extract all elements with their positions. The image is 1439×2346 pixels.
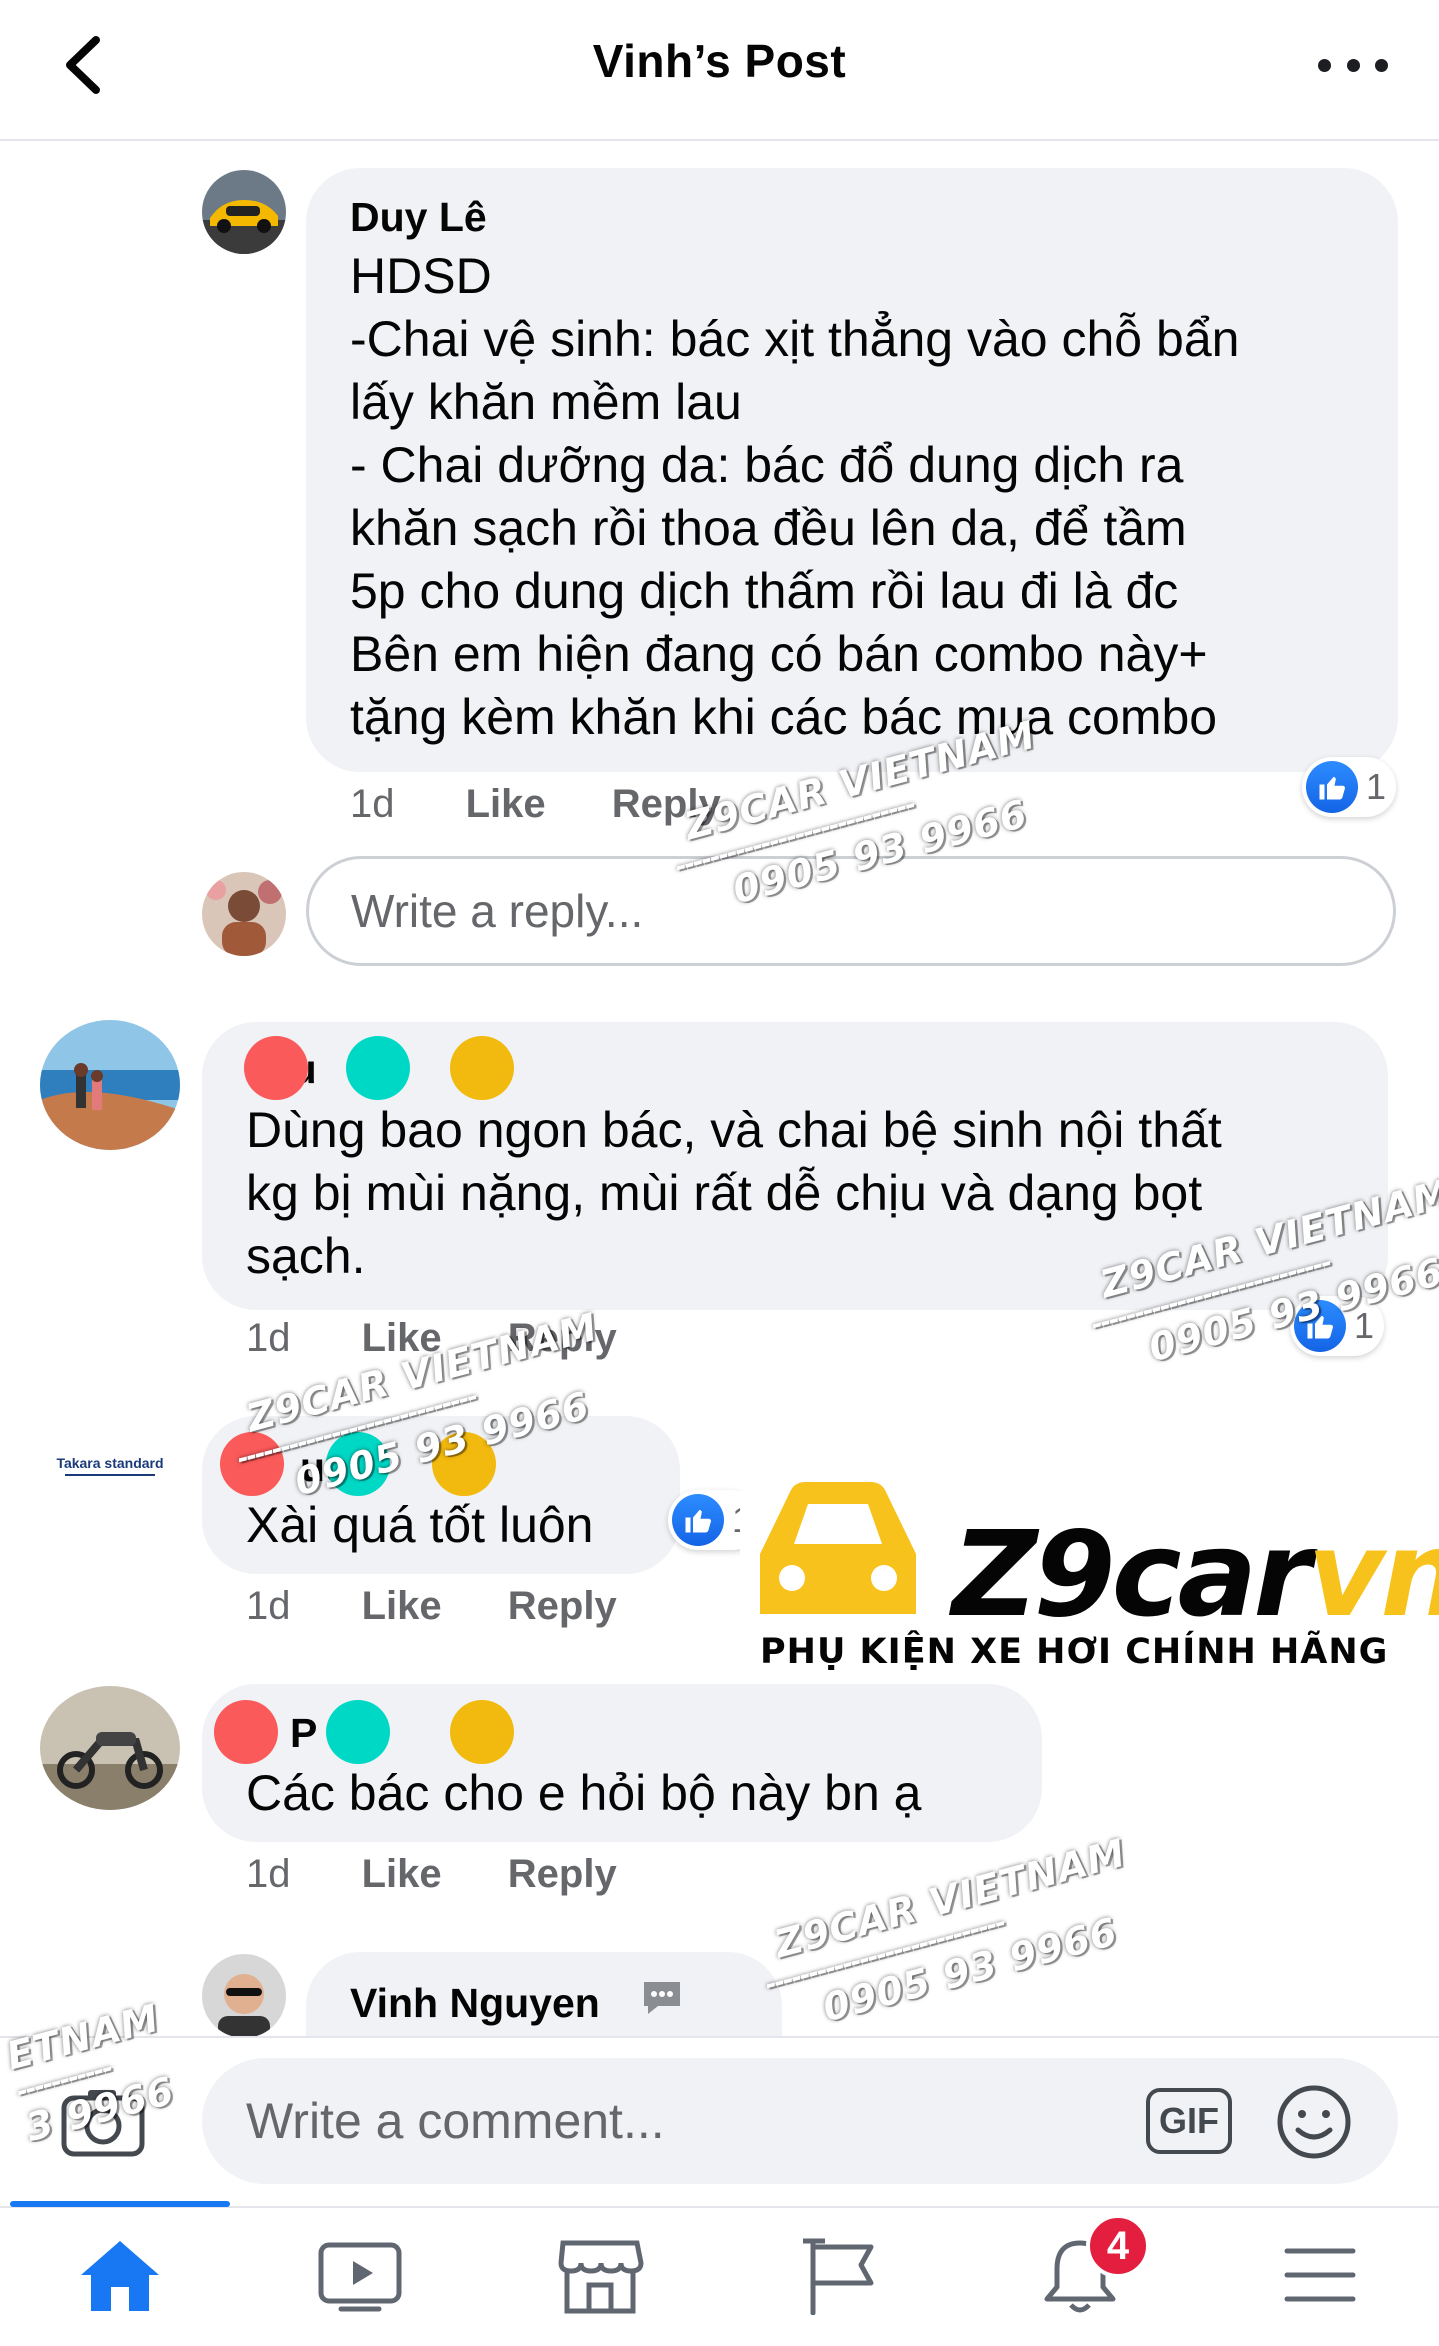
- bottom-tab-bar: [0, 2206, 1439, 2346]
- reaction-number: 1: [1366, 766, 1387, 807]
- reply-button[interactable]: Reply: [508, 1852, 617, 1896]
- redaction-dot: [432, 1432, 496, 1496]
- brand-avatar-text: Takara standard: [56, 1454, 164, 1471]
- redaction-dot: [346, 1036, 410, 1100]
- tab-home[interactable]: [30, 2206, 210, 2344]
- video-icon: [318, 2242, 402, 2312]
- vinh-avatar-image: [202, 1954, 286, 2038]
- gif-button[interactable]: GIF: [1146, 2088, 1232, 2154]
- like-button[interactable]: Like: [362, 1316, 442, 1360]
- more-dot: [1346, 58, 1360, 72]
- redaction-dot: [450, 1036, 514, 1100]
- logo-wordmark-main: Z9car: [952, 1505, 1311, 1643]
- redaction-dot: [450, 1700, 514, 1764]
- comment-time: 1d: [246, 1316, 291, 1360]
- logo-wordmark-accent: vn: [1307, 1505, 1439, 1643]
- motorbike-avatar-image: [40, 1686, 180, 1810]
- like-button[interactable]: Like: [362, 1584, 442, 1628]
- home-icon: [81, 2241, 159, 2311]
- logo-tagline: PHỤ KIỆN XE HƠI CHÍNH HÃNG: [760, 1632, 1389, 1672]
- tab-video[interactable]: [270, 2206, 450, 2344]
- reply-input[interactable]: [306, 856, 1396, 966]
- like-icon: [1294, 1300, 1346, 1352]
- brand-avatar[interactable]: Takara standard: [40, 1440, 180, 1490]
- comment-line: Dùng bao ngon bác, và chai bệ sinh nội t…: [246, 1102, 1222, 1158]
- redaction-dot: [326, 1700, 390, 1764]
- comment-text: Dùng bao ngon bác, và chai bệ sinh nội t…: [246, 1099, 1222, 1288]
- watermark-line: 0905 93 9966: [818, 1909, 1123, 2031]
- comment-meta: 1d Like Reply: [350, 782, 721, 827]
- camera-icon: [61, 2090, 145, 2157]
- comment-meta: 1d Like Reply: [246, 1852, 617, 1897]
- tab-menu[interactable]: [1230, 2206, 1410, 2344]
- emoji-icon: [1277, 2085, 1351, 2159]
- comment-line: lấy khăn mềm lau: [350, 374, 742, 430]
- more-dots-icon: [1318, 58, 1331, 72]
- comment-time: 1d: [246, 1584, 291, 1628]
- avatar[interactable]: [40, 1686, 180, 1810]
- watermark-divider: ----------------------------: [762, 1907, 1008, 2001]
- more-options-button[interactable]: [1318, 40, 1388, 90]
- comment-time: 1d: [246, 1852, 291, 1896]
- comment-author[interactable]: Duy Lê: [350, 194, 487, 241]
- reaction-count[interactable]: 1: [1302, 757, 1397, 817]
- comment-line: kg bị mùi nặng, mùi rất dễ chịu và dạng …: [246, 1165, 1203, 1221]
- car-avatar-image: [202, 170, 286, 254]
- watermark: Z9CAR VIETNAM --------------------------…: [762, 1830, 1149, 2038]
- comment-text: Xài quá tốt luôn: [246, 1497, 594, 1553]
- like-button[interactable]: Like: [466, 782, 546, 826]
- notification-badge: 4: [1086, 2214, 1150, 2278]
- comment-line: 5p cho dung dịch thấm rồi lau đi là đc: [350, 563, 1179, 619]
- comment-text: HDSD -Chai vệ sinh: bác xịt thẳng vào ch…: [350, 245, 1239, 749]
- comment-line: - Chai dưỡng da: bác đổ dung dịch ra: [350, 437, 1184, 493]
- menu-icon: [1284, 2248, 1356, 2302]
- tab-marketplace[interactable]: [510, 2206, 690, 2344]
- tab-pages[interactable]: [750, 2206, 930, 2344]
- like-button[interactable]: Like: [362, 1852, 442, 1896]
- avatar[interactable]: [40, 1020, 180, 1150]
- camera-button[interactable]: [50, 2082, 154, 2162]
- comment-time: 1d: [350, 782, 395, 826]
- avatar[interactable]: [202, 1954, 286, 2038]
- redaction-dot: [214, 1700, 278, 1764]
- comment-line: khăn sạch rồi thoa đều lên da, để tầm: [350, 500, 1187, 556]
- reaction-count[interactable]: 1: [1290, 1296, 1385, 1356]
- comment-line: tặng kèm khăn khi các bác mua combo: [350, 689, 1218, 745]
- gif-icon: GIF: [1159, 2100, 1219, 2141]
- user-avatar-image: [202, 872, 286, 956]
- reaction-number: 1: [1354, 1305, 1375, 1346]
- redaction-dot: [220, 1432, 284, 1496]
- car-logo-icon: [760, 1482, 916, 1614]
- redaction-dot: [326, 1432, 390, 1496]
- page-title: Vinh’s Post: [592, 35, 847, 87]
- comment-author[interactable]: Vinh Nguyen: [350, 1980, 600, 2027]
- redaction-dot: [244, 1036, 308, 1100]
- comment-meta: 1d Like Reply: [246, 1316, 617, 1361]
- comment-line: HDSD: [350, 248, 492, 304]
- emoji-button[interactable]: [1274, 2082, 1354, 2162]
- watermark-line: Z9CAR VIETNAM: [770, 1830, 1131, 1967]
- comment-line: sạch.: [246, 1228, 366, 1284]
- avatar[interactable]: [202, 170, 286, 254]
- reply-button[interactable]: Reply: [508, 1316, 617, 1360]
- brand-avatar-rule: [65, 1473, 155, 1476]
- speech-bubble-badge-icon: [644, 1982, 680, 2014]
- like-icon: [1306, 761, 1358, 813]
- reply-button[interactable]: Reply: [612, 782, 721, 826]
- beach-avatar-image: [40, 1020, 180, 1150]
- reply-button[interactable]: Reply: [508, 1584, 617, 1628]
- comment-line: -Chai vệ sinh: bác xịt thẳng vào chỗ bẩn: [350, 311, 1240, 367]
- like-icon: [672, 1494, 724, 1546]
- comment-text: Các bác cho e hỏi bộ này bn ạ: [246, 1765, 922, 1821]
- comment-meta: 1d Like Reply: [246, 1584, 617, 1629]
- more-dot: [1375, 58, 1388, 72]
- my-avatar: [202, 872, 286, 956]
- comment-line: Bên em hiện đang có bán combo này+: [350, 626, 1208, 682]
- logo-wordmark: Z9carvn: [952, 1505, 1439, 1643]
- flag-icon: [803, 2238, 874, 2315]
- marketplace-icon: [558, 2240, 644, 2314]
